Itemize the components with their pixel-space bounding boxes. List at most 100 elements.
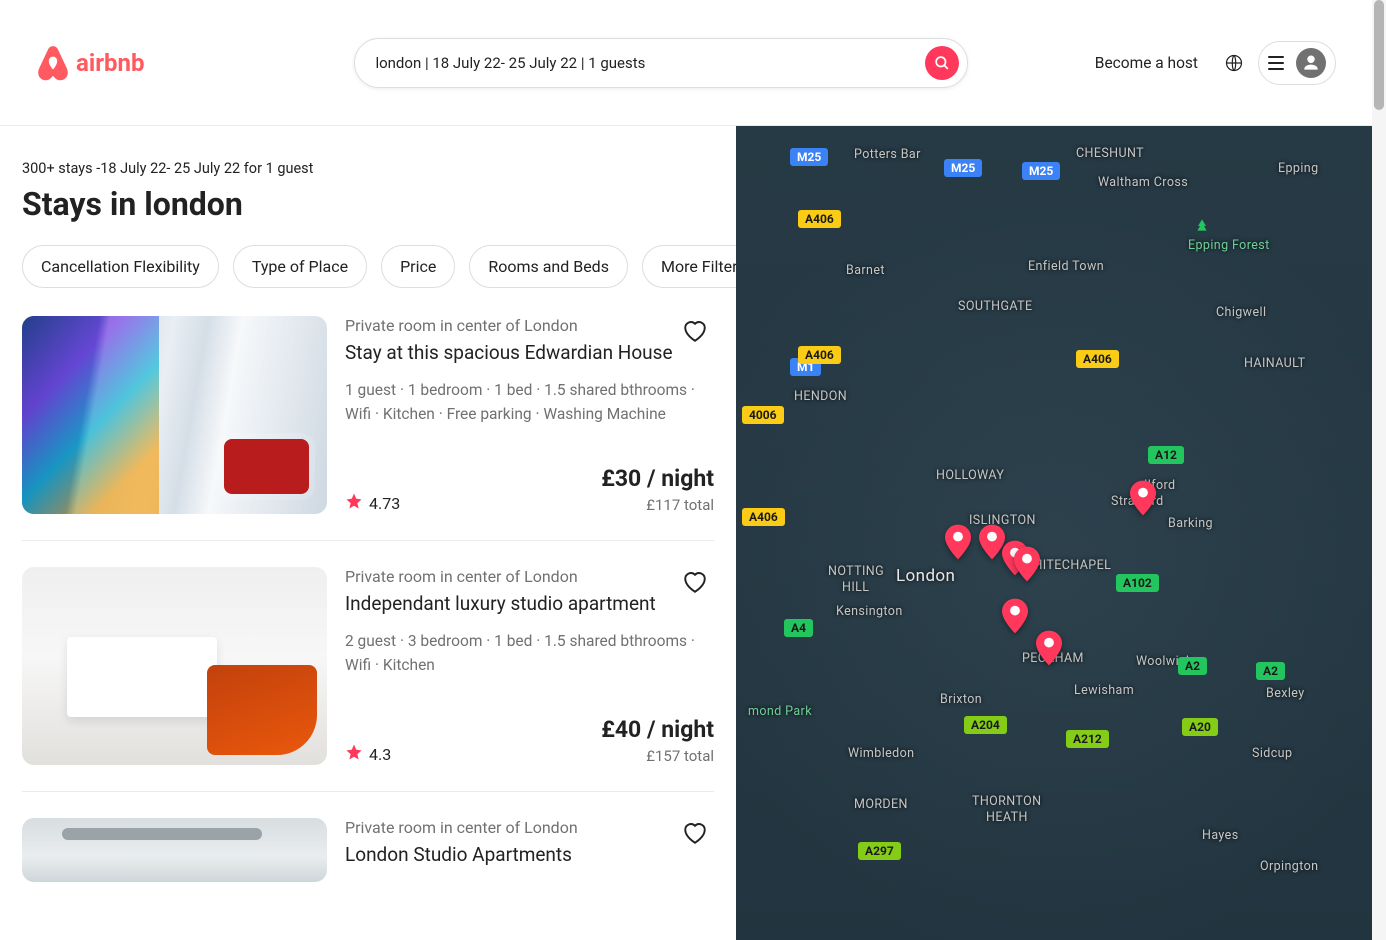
search-button[interactable] bbox=[925, 46, 959, 80]
become-host-link[interactable]: Become a host bbox=[1083, 44, 1210, 82]
map-road-badge: A12 bbox=[1148, 446, 1184, 464]
profile-menu[interactable] bbox=[1258, 41, 1336, 85]
listing-features: 2 guest · 3 bedroom · 1 bed · 1.5 shared… bbox=[345, 629, 714, 677]
map-city-label: London bbox=[896, 566, 955, 586]
map-road-badge: A212 bbox=[1066, 730, 1109, 748]
map-road-badge: 4006 bbox=[742, 406, 784, 424]
map-place-label: Lewisham bbox=[1074, 683, 1134, 698]
listing-rating: 4.3 bbox=[345, 743, 391, 765]
globe-icon bbox=[1225, 54, 1243, 72]
listing-total: £157 total bbox=[601, 747, 714, 765]
map-pin[interactable] bbox=[1130, 480, 1156, 516]
listing-title: Independant luxury studio apartment bbox=[345, 592, 714, 615]
save-heart-icon[interactable] bbox=[682, 569, 708, 595]
map-place-label: HENDON bbox=[794, 389, 847, 404]
map-place-label: Wimbledon bbox=[848, 746, 914, 761]
listing-card[interactable]: Private room in center of London Indepen… bbox=[22, 567, 714, 792]
filter-price[interactable]: Price bbox=[381, 245, 455, 288]
map-place-label: Chigwell bbox=[1216, 305, 1266, 320]
map-canvas[interactable] bbox=[736, 126, 1372, 940]
listing-rating: 4.73 bbox=[345, 492, 400, 514]
airbnb-icon bbox=[36, 44, 70, 82]
filter-cancellation[interactable]: Cancellation Flexibility bbox=[22, 245, 219, 288]
listing-features: 1 guest · 1 bedroom · 1 bed · 1.5 shared… bbox=[345, 378, 714, 426]
map-road-badge: A2 bbox=[1178, 657, 1207, 675]
brand-name: airbnb bbox=[76, 49, 144, 77]
search-text: london | 18 July 22- 25 July 22 | 1 gues… bbox=[375, 54, 925, 72]
results-heading: Stays in london bbox=[22, 185, 714, 223]
listing-price: £30 / night bbox=[601, 465, 714, 492]
park-icon bbox=[1194, 218, 1210, 238]
map-place-label: Epping bbox=[1278, 161, 1319, 176]
map-road-badge: A102 bbox=[1116, 574, 1159, 592]
map-place-label: NOTTING bbox=[828, 564, 884, 579]
search-icon bbox=[935, 56, 949, 70]
listing-total: £117 total bbox=[601, 496, 714, 514]
filter-type[interactable]: Type of Place bbox=[233, 245, 367, 288]
map-road-badge: A297 bbox=[858, 842, 901, 860]
map-place-label: Enfield Town bbox=[1028, 259, 1104, 274]
map-place-label: Epping Forest bbox=[1188, 238, 1270, 253]
map-place-label: Brixton bbox=[940, 692, 982, 707]
map-road-badge: M25 bbox=[790, 148, 828, 166]
map-place-label: Kensington bbox=[836, 604, 903, 619]
listing-photo[interactable] bbox=[22, 818, 327, 882]
map-road-badge: M25 bbox=[944, 159, 982, 177]
filter-more[interactable]: More Filters bbox=[642, 245, 736, 288]
brand-logo[interactable]: airbnb bbox=[36, 44, 144, 82]
map-place-label: HOLLOWAY bbox=[936, 468, 1004, 483]
map-road-badge: A4 bbox=[784, 619, 813, 637]
map-place-label: HAINAULT bbox=[1244, 356, 1305, 371]
save-heart-icon[interactable] bbox=[682, 318, 708, 344]
map-place-label: Hayes bbox=[1202, 828, 1239, 843]
map-road-badge: A406 bbox=[798, 346, 841, 364]
search-bar[interactable]: london | 18 July 22- 25 July 22 | 1 gues… bbox=[354, 38, 968, 88]
listing-title: London Studio Apartments bbox=[345, 843, 714, 866]
map-road-badge: M25 bbox=[1022, 162, 1060, 180]
filter-rooms[interactable]: Rooms and Beds bbox=[469, 245, 628, 288]
star-icon bbox=[345, 492, 363, 514]
map-place-label: THORNTON bbox=[972, 794, 1041, 809]
avatar-icon bbox=[1296, 48, 1326, 78]
map-place-label: HILL bbox=[842, 580, 869, 595]
map-place-label: Waltham Cross bbox=[1098, 175, 1188, 190]
map-pin[interactable] bbox=[945, 524, 971, 560]
map-place-label: mond Park bbox=[748, 704, 812, 719]
map-place-label: HEATH bbox=[986, 810, 1028, 825]
map-road-badge: A2 bbox=[1256, 662, 1285, 680]
map-place-label: Barnet bbox=[846, 263, 885, 278]
listing-title: Stay at this spacious Edwardian House bbox=[345, 341, 714, 364]
site-header: airbnb london | 18 July 22- 25 July 22 |… bbox=[0, 0, 1372, 126]
map-road-badge: A406 bbox=[1076, 350, 1119, 368]
rating-value: 4.73 bbox=[369, 494, 400, 513]
results-summary: 300+ stays -18 July 22- 25 July 22 for 1… bbox=[22, 160, 714, 177]
map-road-badge: A204 bbox=[964, 716, 1007, 734]
listing-card[interactable]: Private room in center of London London … bbox=[22, 818, 714, 908]
language-button[interactable] bbox=[1224, 53, 1244, 73]
page-scrollbar[interactable] bbox=[1372, 0, 1386, 940]
map-pin[interactable] bbox=[1036, 630, 1062, 666]
map-panel[interactable]: London Potters BarCHESHUNTWaltham CrossE… bbox=[736, 126, 1372, 940]
listing-eyebrow: Private room in center of London bbox=[345, 567, 714, 586]
hamburger-icon bbox=[1268, 56, 1284, 70]
filter-bar: Cancellation Flexibility Type of Place P… bbox=[22, 245, 714, 288]
map-road-badge: A406 bbox=[798, 210, 841, 228]
listing-photo[interactable] bbox=[22, 567, 327, 765]
map-road-badge: A406 bbox=[742, 508, 785, 526]
map-pin[interactable] bbox=[1014, 546, 1040, 582]
listing-photo[interactable] bbox=[22, 316, 327, 514]
listing-eyebrow: Private room in center of London bbox=[345, 818, 714, 837]
map-pin[interactable] bbox=[1002, 598, 1028, 634]
header-right: Become a host bbox=[1083, 41, 1336, 85]
listing-price: £40 / night bbox=[601, 716, 714, 743]
scrollbar-thumb[interactable] bbox=[1374, 0, 1384, 110]
map-place-label: Potters Bar bbox=[854, 147, 921, 162]
map-road-badge: A20 bbox=[1182, 718, 1218, 736]
map-place-label: MORDEN bbox=[854, 797, 908, 812]
map-place-label: Barking bbox=[1168, 516, 1213, 531]
star-icon bbox=[345, 743, 363, 765]
results-panel: 300+ stays -18 July 22- 25 July 22 for 1… bbox=[0, 126, 736, 940]
save-heart-icon[interactable] bbox=[682, 820, 708, 846]
listing-card[interactable]: Private room in center of London Stay at… bbox=[22, 316, 714, 541]
map-place-label: SOUTHGATE bbox=[958, 299, 1033, 314]
